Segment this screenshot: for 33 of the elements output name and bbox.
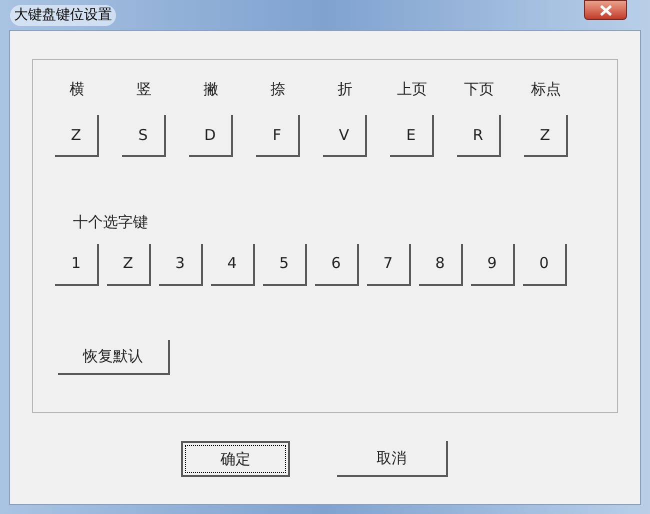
key-button[interactable]: 0: [523, 244, 567, 286]
key-button[interactable]: 1: [55, 244, 99, 286]
key-label: 竖: [136, 79, 152, 100]
key-button[interactable]: 5: [263, 244, 307, 286]
key-label: 横: [70, 79, 84, 100]
key-button[interactable]: 9: [471, 244, 515, 286]
key-button[interactable]: Z: [55, 115, 99, 157]
key-button[interactable]: 7: [367, 244, 411, 286]
key-button[interactable]: R: [457, 115, 501, 157]
section-label: 十个选字键: [73, 212, 149, 233]
reset-button[interactable]: 恢复默认: [58, 340, 170, 374]
close-button[interactable]: [584, 0, 627, 20]
key-button[interactable]: S: [122, 115, 166, 157]
key-label: 标点: [531, 79, 561, 100]
key-button[interactable]: 6: [315, 244, 359, 286]
key-button[interactable]: 8: [419, 244, 463, 286]
key-label: 折: [338, 79, 352, 100]
key-label: 下页: [464, 79, 494, 100]
key-button[interactable]: 4: [211, 244, 255, 286]
key-label: 上页: [397, 79, 427, 100]
dialog-button[interactable]: 取消: [337, 441, 448, 477]
dialog-button[interactable]: 确定: [181, 441, 290, 477]
key-button[interactable]: D: [189, 115, 233, 157]
key-button[interactable]: V: [323, 115, 367, 157]
key-button[interactable]: Z: [107, 244, 151, 286]
key-button[interactable]: Z: [524, 115, 568, 157]
close-icon: [600, 4, 612, 16]
key-button[interactable]: E: [390, 115, 434, 157]
window-title: 大键盘键位设置: [10, 4, 116, 26]
key-button[interactable]: 3: [159, 244, 203, 286]
key-label: 撇: [204, 79, 218, 100]
key-button[interactable]: F: [256, 115, 300, 157]
key-label: 捺: [270, 79, 286, 100]
